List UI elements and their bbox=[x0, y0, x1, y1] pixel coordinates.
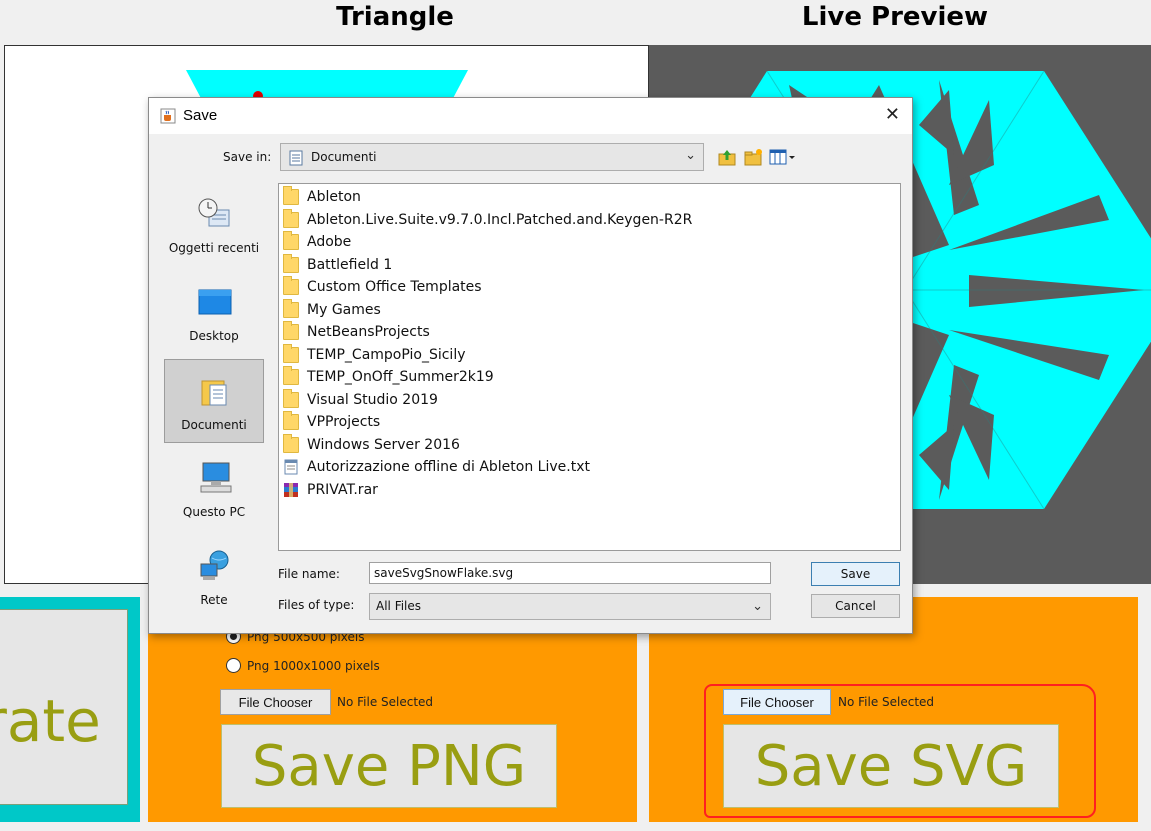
network-icon bbox=[200, 550, 229, 580]
folder-icon bbox=[283, 388, 299, 408]
document-folder-icon bbox=[289, 150, 303, 166]
generate-panel: rate bbox=[0, 597, 140, 822]
place-network[interactable]: Rete bbox=[164, 535, 264, 619]
file-name-label: File name: bbox=[278, 567, 340, 581]
save-in-label: Save in: bbox=[223, 150, 272, 164]
file-name: Visual Studio 2019 bbox=[307, 391, 438, 408]
file-name: VPProjects bbox=[307, 414, 381, 430]
place-label: Documenti bbox=[181, 418, 247, 432]
list-item[interactable]: Battlefield 1 bbox=[283, 253, 393, 276]
file-name: Ableton bbox=[307, 189, 361, 205]
folder-icon bbox=[283, 321, 299, 340]
close-button[interactable]: ✕ bbox=[885, 104, 900, 125]
file-name: Ableton.Live.Suite.v9.7.0.Incl.Patched.a… bbox=[307, 211, 693, 228]
place-label: Desktop bbox=[189, 329, 239, 343]
png-file-status: No File Selected bbox=[337, 695, 434, 709]
chevron-down-icon: ⌄ bbox=[752, 599, 763, 614]
folder-icon bbox=[283, 298, 299, 318]
generate-button[interactable]: rate bbox=[0, 609, 128, 805]
place-label: Oggetti recenti bbox=[168, 241, 260, 255]
list-item[interactable]: Ableton bbox=[283, 186, 361, 208]
list-item[interactable]: NetBeansProjects bbox=[283, 321, 430, 343]
folder-icon bbox=[283, 411, 299, 430]
dialog-title: Save bbox=[183, 107, 218, 124]
file-name: Custom Office Templates bbox=[307, 279, 482, 295]
list-item[interactable]: TEMP_OnOff_Summer2k19 bbox=[283, 366, 494, 388]
file-name: Adobe bbox=[307, 234, 352, 250]
generate-button-label: rate bbox=[0, 687, 101, 755]
place-label: Questo PC bbox=[182, 505, 246, 519]
live-preview-header: Live Preview bbox=[801, 2, 989, 32]
new-folder-icon[interactable] bbox=[742, 146, 764, 168]
files-of-type-value: All Files bbox=[376, 599, 422, 613]
list-item[interactable]: TEMP_CampoPio_Sicily bbox=[283, 343, 466, 366]
list-item[interactable]: Custom Office Templates bbox=[283, 276, 482, 298]
png-file-chooser-button[interactable]: File Chooser bbox=[220, 689, 331, 715]
save-dialog: Save ✕ Save in: Documenti ⌄ Oggetti rece… bbox=[148, 97, 913, 634]
file-list[interactable]: Ableton Ableton.Live.Suite.v9.7.0.Incl.P… bbox=[278, 183, 901, 551]
red-highlight-annotation bbox=[704, 684, 1096, 818]
file-name: Battlefield 1 bbox=[307, 256, 393, 273]
place-documents[interactable]: Documenti bbox=[164, 359, 264, 443]
save-in-value: Documenti bbox=[311, 150, 377, 164]
dialog-titlebar[interactable]: Save ✕ bbox=[149, 98, 912, 134]
list-item[interactable]: Autorizzazione offline di Ableton Live.t… bbox=[283, 456, 590, 478]
save-png-button[interactable]: Save PNG bbox=[221, 724, 557, 808]
folder-icon bbox=[283, 231, 299, 250]
list-item[interactable]: Adobe bbox=[283, 231, 351, 253]
save-in-dropdown[interactable]: Documenti ⌄ bbox=[280, 143, 704, 171]
list-item[interactable]: Ableton.Live.Suite.v9.7.0.Incl.Patched.a… bbox=[283, 208, 693, 231]
file-name-field[interactable]: saveSvgSnowFlake.svg bbox=[369, 562, 771, 584]
list-item[interactable]: Visual Studio 2019 bbox=[283, 388, 438, 411]
cancel-button[interactable]: Cancel bbox=[811, 594, 900, 618]
file-name: TEMP_CampoPio_Sicily bbox=[307, 346, 466, 363]
up-folder-icon[interactable] bbox=[716, 146, 738, 168]
text-file-icon bbox=[284, 459, 298, 475]
save-button[interactable]: Save bbox=[811, 562, 900, 586]
files-of-type-dropdown[interactable]: All Files ⌄ bbox=[369, 593, 771, 620]
view-menu-icon[interactable] bbox=[768, 146, 798, 168]
file-name: Autorizzazione offline di Ableton Live.t… bbox=[307, 459, 590, 475]
places-bar: Oggetti recenti Desktop Documenti Questo… bbox=[162, 183, 266, 623]
file-name: PRIVAT.rar bbox=[307, 481, 378, 498]
folder-icon bbox=[283, 343, 299, 363]
list-item[interactable]: PRIVAT.rar bbox=[283, 479, 378, 501]
java-cup-icon bbox=[160, 108, 176, 124]
files-of-type-label: Files of type: bbox=[278, 598, 355, 612]
chevron-down-icon: ⌄ bbox=[685, 148, 696, 163]
recent-items-icon bbox=[198, 198, 230, 227]
place-label: Rete bbox=[200, 593, 228, 607]
file-name: TEMP_OnOff_Summer2k19 bbox=[307, 369, 494, 385]
place-this-pc[interactable]: Questo PC bbox=[164, 447, 264, 531]
list-item[interactable]: Windows Server 2016 bbox=[283, 433, 460, 456]
radio-png-1000-label: Png 1000x1000 pixels bbox=[247, 658, 380, 673]
file-name: My Games bbox=[307, 301, 381, 318]
folder-icon bbox=[283, 276, 299, 295]
file-name: Windows Server 2016 bbox=[307, 436, 460, 453]
list-item[interactable]: VPProjects bbox=[283, 411, 380, 433]
place-desktop[interactable]: Desktop bbox=[164, 271, 264, 355]
place-recent-items[interactable]: Oggetti recenti bbox=[164, 183, 264, 267]
computer-icon bbox=[200, 462, 232, 493]
documents-icon bbox=[201, 380, 227, 406]
list-item[interactable]: My Games bbox=[283, 298, 381, 321]
folder-icon bbox=[283, 208, 299, 228]
file-name: NetBeansProjects bbox=[307, 324, 430, 340]
folder-icon bbox=[283, 186, 299, 205]
folder-icon bbox=[283, 433, 299, 453]
triangle-header: Triangle bbox=[336, 2, 454, 32]
folder-icon bbox=[283, 253, 299, 273]
folder-icon bbox=[283, 366, 299, 385]
radio-png-1000[interactable]: Png 1000x1000 pixels bbox=[226, 658, 380, 673]
rar-archive-icon bbox=[284, 482, 298, 497]
radio-button[interactable] bbox=[226, 658, 241, 673]
desktop-icon bbox=[198, 289, 232, 315]
